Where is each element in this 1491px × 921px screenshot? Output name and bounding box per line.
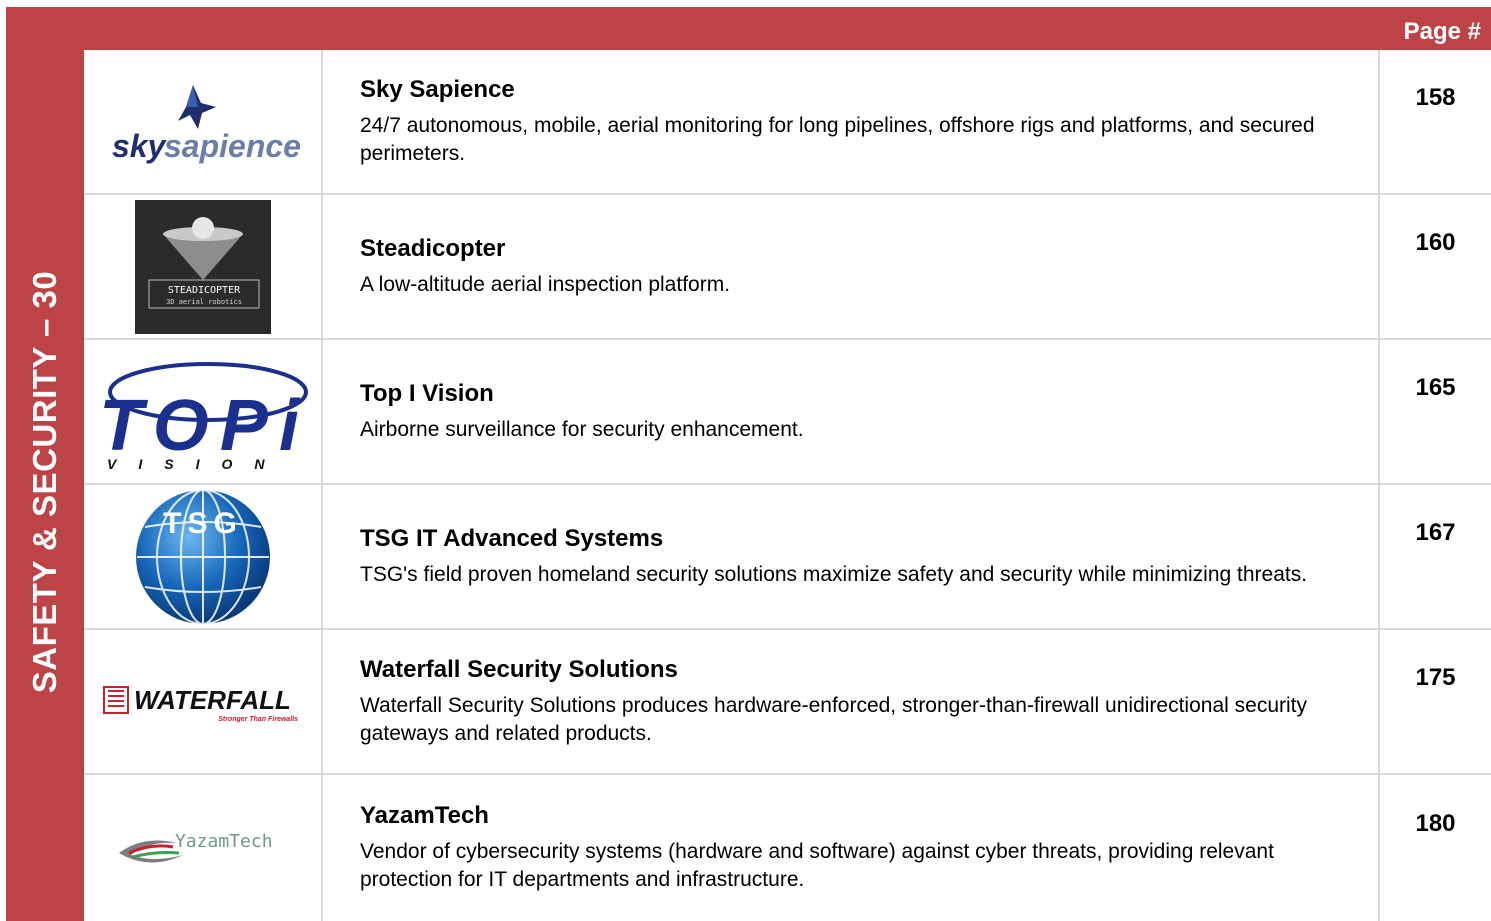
logo-cell: WATERFALL Stronger Than Firewalls xyxy=(84,630,323,773)
logo-text: TSG xyxy=(163,507,243,540)
steadicopter-logo: STEADICOPTER 3D aerial robotics xyxy=(134,199,271,334)
table-row: YazamTech YazamTech Vendor of cybersecur… xyxy=(84,775,1491,921)
table-row: WATERFALL Stronger Than Firewalls Waterf… xyxy=(84,630,1491,775)
page-number: 180 xyxy=(1415,810,1456,837)
logo-text-sapience: sapience xyxy=(164,128,301,164)
section-title: SAFETY & SECURITY – 30 xyxy=(26,270,63,694)
logo-text: YazamTech xyxy=(175,831,273,852)
skysapience-logo: sky sapience xyxy=(112,84,301,164)
logo-text-sky: sky xyxy=(112,128,168,164)
page-number-cell: 158 xyxy=(1378,50,1491,193)
company-description: TSG's field proven homeland security sol… xyxy=(360,562,1308,586)
page-number-header: Page # xyxy=(1403,18,1481,45)
company-name: Waterfall Security Solutions xyxy=(360,655,678,683)
page-number: 175 xyxy=(1415,663,1456,691)
company-name: YazamTech xyxy=(360,802,489,829)
topivision-logo: TOPi VISION xyxy=(99,361,308,472)
waterfall-logo: WATERFALL Stronger Than Firewalls xyxy=(102,685,298,723)
page-number-cell: 180 xyxy=(1378,775,1491,921)
logo-tagline: Stronger Than Firewalls xyxy=(218,716,298,723)
table-row: sky sapience Sky Sapience 24/7 autonomou… xyxy=(84,50,1491,195)
logo-line2: VISION xyxy=(107,456,286,472)
company-table: sky sapience Sky Sapience 24/7 autonomou… xyxy=(84,50,1491,921)
company-description: Vendor of cybersecurity systems (hardwar… xyxy=(360,840,1274,891)
logo-line2: 3D aerial robotics xyxy=(166,298,242,306)
logo-cell: STEADICOPTER 3D aerial robotics xyxy=(84,195,323,338)
company-name: Steadicopter xyxy=(360,234,506,262)
text-cell: Top I Vision Airborne surveillance for s… xyxy=(360,340,1350,483)
table-row: STEADICOPTER 3D aerial robotics Steadico… xyxy=(84,195,1491,340)
company-name: Sky Sapience xyxy=(360,75,515,103)
header-band: Page # xyxy=(6,7,1491,50)
page-number: 165 xyxy=(1415,373,1456,401)
page-number-cell: 175 xyxy=(1378,630,1491,773)
company-description: A low-altitude aerial inspection platfor… xyxy=(360,272,731,296)
company-name: Top I Vision xyxy=(360,379,494,407)
logo-cell: TOPi VISION xyxy=(84,340,323,483)
side-band: SAFETY & SECURITY – 30 xyxy=(0,0,84,921)
yazamtech-logo: YazamTech xyxy=(118,831,273,863)
tsg-globe-logo: TSG xyxy=(135,488,270,625)
company-description: Airborne surveillance for security enhan… xyxy=(360,417,804,441)
table-row: TOPi VISION Top I Vision Airborne survei… xyxy=(84,340,1491,485)
logo-cell: YazamTech xyxy=(84,775,323,921)
logo-line1: STEADICOPTER xyxy=(167,285,240,296)
company-description: 24/7 autonomous, mobile, aerial monitori… xyxy=(360,113,1315,165)
text-cell: Waterfall Security Solutions Waterfall S… xyxy=(360,630,1350,773)
page-number: 167 xyxy=(1415,518,1456,546)
page-number: 158 xyxy=(1415,83,1456,111)
company-name: TSG IT Advanced Systems xyxy=(360,524,664,552)
logo-text: WATERFALL xyxy=(134,685,291,715)
text-cell: Sky Sapience 24/7 autonomous, mobile, ae… xyxy=(360,50,1350,193)
table-row: TSG TSG IT Advanced Systems TSG's field … xyxy=(84,485,1491,630)
text-cell: YazamTech Vendor of cybersecurity system… xyxy=(360,775,1350,921)
text-cell: TSG IT Advanced Systems TSG's field prov… xyxy=(360,485,1350,628)
text-cell: Steadicopter A low-altitude aerial inspe… xyxy=(360,195,1350,338)
company-description: Waterfall Security Solutions produces ha… xyxy=(360,693,1307,745)
logo-line1: TOPi xyxy=(99,386,301,466)
page-number-cell: 165 xyxy=(1378,340,1491,483)
logo-cell: sky sapience xyxy=(84,50,323,193)
page-number: 160 xyxy=(1415,228,1456,256)
page-number-cell: 160 xyxy=(1378,195,1491,338)
logo-cell: TSG xyxy=(84,485,323,628)
page-number-cell: 167 xyxy=(1378,485,1491,628)
